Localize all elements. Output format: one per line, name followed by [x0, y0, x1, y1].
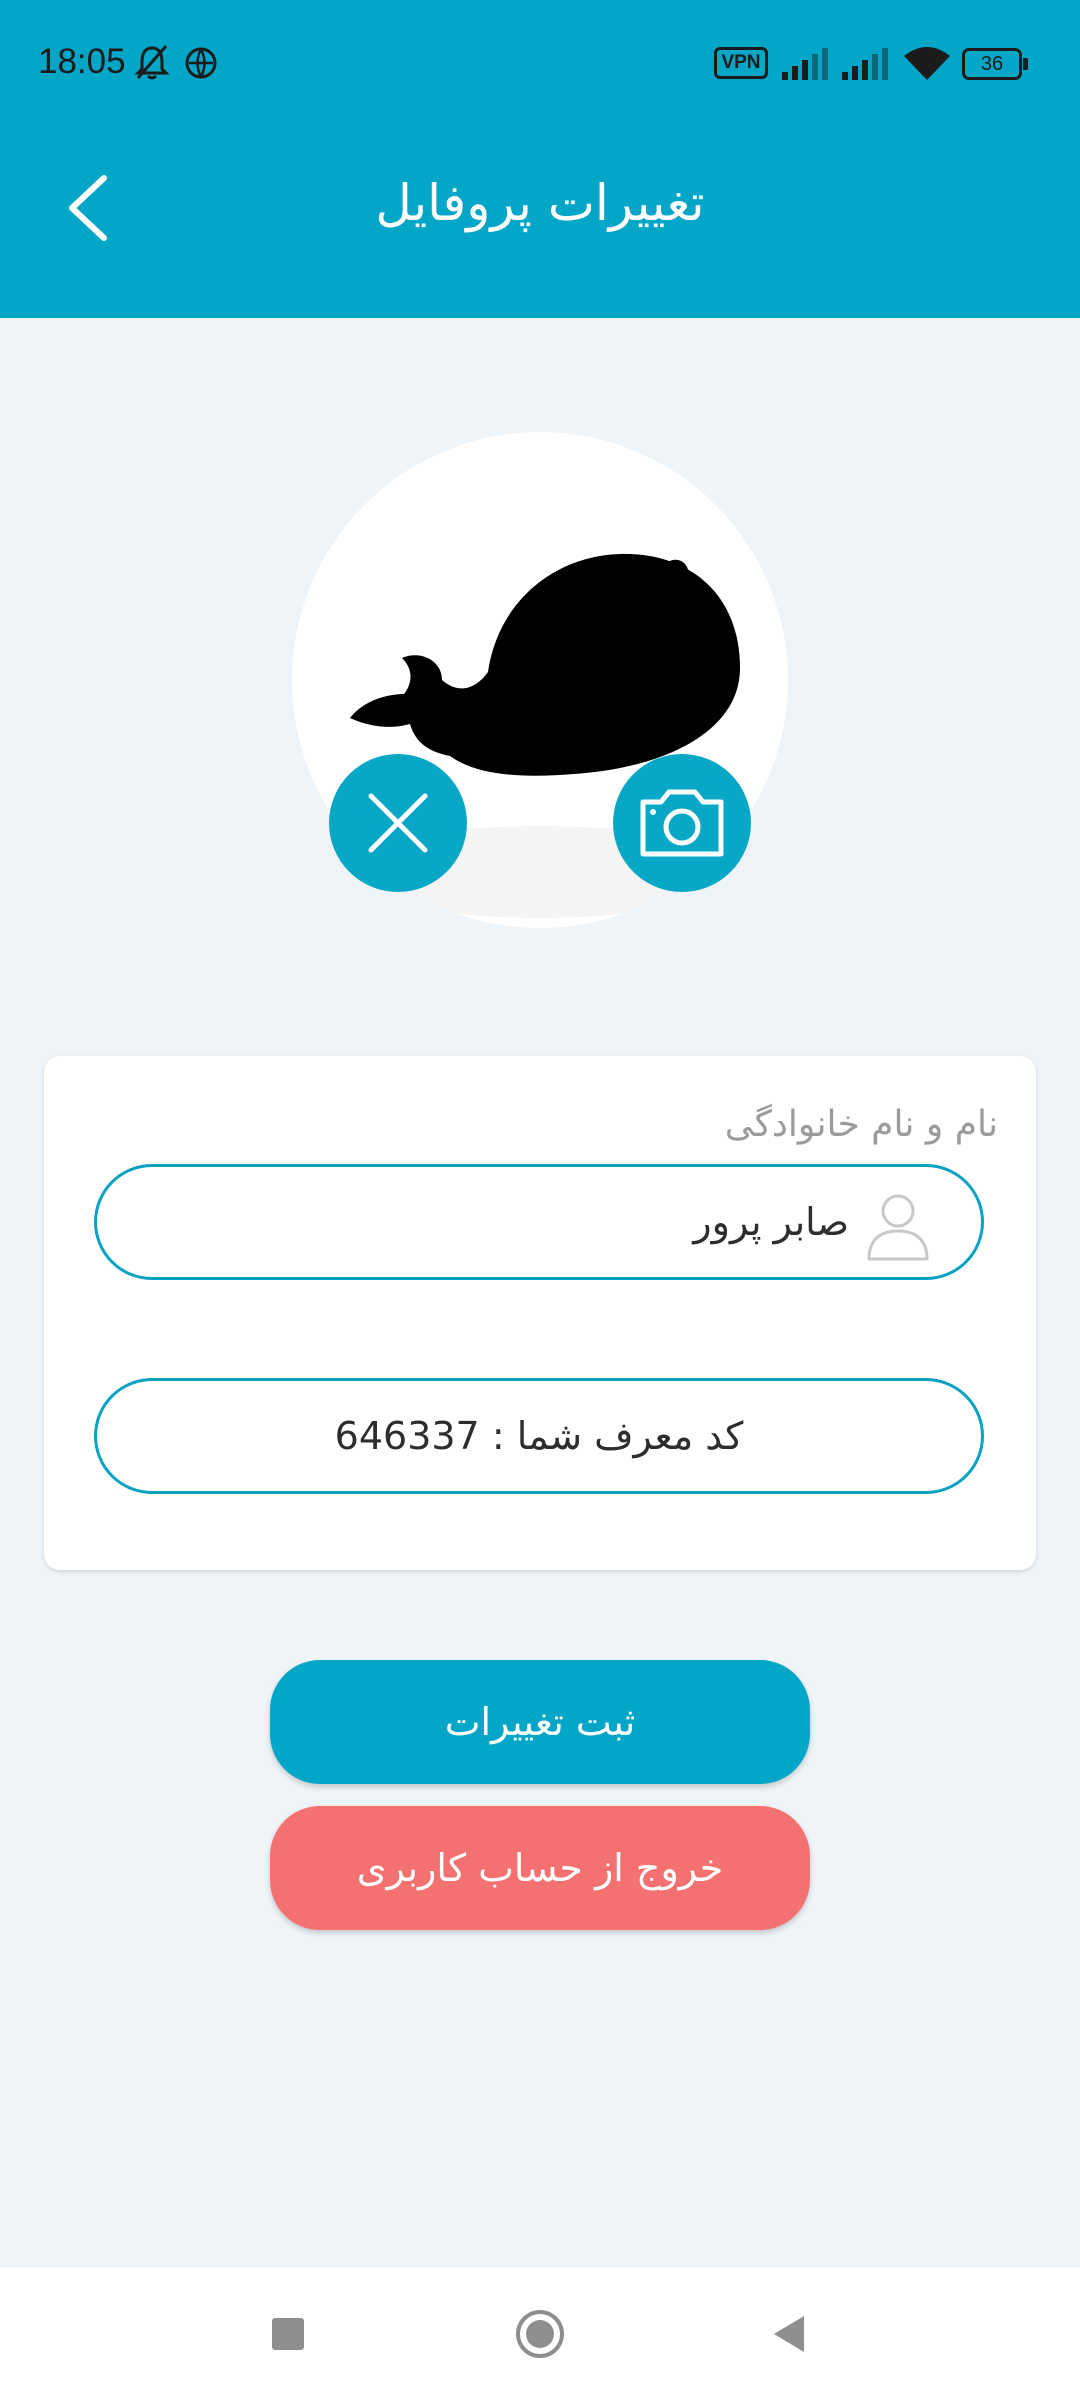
name-input-value: صابر پرور [693, 1200, 849, 1244]
logout-button[interactable]: خروج از حساب کاربری [270, 1806, 810, 1930]
home-button[interactable] [514, 2308, 566, 2360]
status-time: 18:05 [38, 42, 126, 81]
battery-icon: 36 [962, 48, 1028, 80]
bell-off-icon [134, 45, 170, 80]
system-nav-bar [0, 2268, 1080, 2400]
camera-icon [640, 789, 724, 857]
referral-code-text: کد معرف شما : 646337 [334, 1414, 744, 1458]
page-title: تغییرات پروفایل [375, 174, 705, 232]
remove-photo-button[interactable] [329, 754, 467, 892]
vpn-badge: VPN [714, 47, 768, 79]
name-field-label: نام و نام خانوادگی [724, 1104, 998, 1145]
name-input[interactable]: صابر پرور [94, 1164, 984, 1280]
save-changes-button[interactable]: ثبت تغییرات [270, 1660, 810, 1784]
recent-apps-button[interactable] [268, 2314, 308, 2354]
signal-icon [842, 48, 888, 80]
referral-code-field: کد معرف شما : 646337 [94, 1378, 984, 1494]
app-header: 18:05 VPN 36 تغییرات پروفایل [0, 0, 1080, 318]
back-button[interactable] [58, 168, 118, 248]
battery-level: 36 [980, 53, 1004, 75]
change-photo-button[interactable] [613, 754, 751, 892]
signal-icon [782, 48, 828, 80]
wifi-icon [904, 47, 950, 80]
network-icon [185, 47, 217, 79]
user-icon [867, 1194, 929, 1261]
close-icon [368, 793, 428, 853]
nav-back-button[interactable] [768, 2312, 812, 2356]
